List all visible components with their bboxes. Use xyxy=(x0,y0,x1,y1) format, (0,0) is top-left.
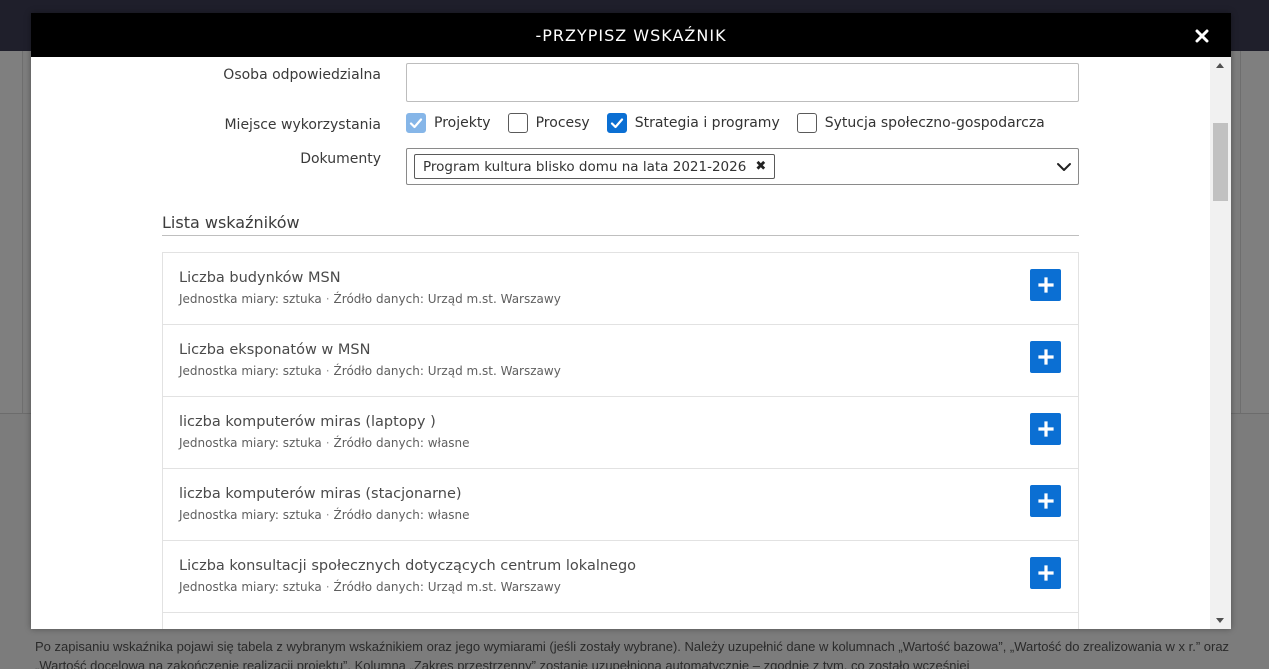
source-prefix: Źródło danych: xyxy=(333,508,424,522)
dokumenty-row: Dokumenty xyxy=(31,151,381,167)
indicator-meta: Jednostka miary: sztuka · Źródło danych: w… xyxy=(179,436,470,450)
indicator-name: liczba komputerów miras (laptopy ) xyxy=(179,414,436,430)
background-info-text: Po zapisaniu wskaźnika pojawi się tabela… xyxy=(35,639,1230,669)
plus-icon xyxy=(1037,349,1054,365)
indicator-unit: sztuka xyxy=(282,292,322,306)
scroll-up-icon[interactable] xyxy=(1216,63,1224,68)
checkbox-procesy[interactable]: Procesy xyxy=(507,113,590,133)
list-item: liczba komputerów miras (stacjonarne) Je… xyxy=(163,469,1078,541)
selected-document-tag: Program kultura blisko domu na lata 2021… xyxy=(414,154,776,179)
indicator-meta: Jednostka miary: sztuka · Źródło danych: U… xyxy=(179,364,561,378)
check-icon xyxy=(409,118,423,129)
indicator-name: Liczba eksponatów w MSN xyxy=(179,342,371,358)
unit-prefix: Jednostka miary: xyxy=(179,364,279,378)
plus-icon xyxy=(1037,277,1054,293)
osoba-input[interactable] xyxy=(406,63,1079,102)
list-item: Liczba eksponatów w MSN Jednostka miary:… xyxy=(163,325,1078,397)
unit-prefix: Jednostka miary: xyxy=(179,436,279,450)
source-prefix: Źródło danych: xyxy=(333,580,424,594)
indicator-source: Urząd m.st. Warszawy xyxy=(427,364,561,378)
list-item xyxy=(163,613,1078,629)
close-icon[interactable] xyxy=(1191,25,1213,47)
modal-body: Osoba odpowiedzialna Miejsce wykorzystan… xyxy=(31,57,1210,629)
scroll-thumb[interactable] xyxy=(1213,123,1228,201)
check-icon xyxy=(610,118,623,129)
list-item: Liczba konsultacji społecznych dotyczący… xyxy=(163,541,1078,613)
modal-title: -PRZYPISZ WSKAŹNIK xyxy=(535,25,727,45)
indicator-unit: sztuka xyxy=(282,580,322,594)
indicator-source: własne xyxy=(427,508,470,522)
checkbox-sytuacja-box[interactable] xyxy=(796,113,817,133)
unit-prefix: Jednostka miary: xyxy=(179,508,279,522)
add-indicator-button[interactable] xyxy=(1030,269,1061,301)
selected-document-label: Program kultura blisko domu na lata 2021… xyxy=(423,158,747,175)
indicator-unit: sztuka xyxy=(282,508,322,522)
checkbox-procesy-box[interactable] xyxy=(507,113,528,133)
checkbox-projekty[interactable]: Projekty xyxy=(406,113,491,133)
indicator-name: Liczba konsultacji społecznych dotyczący… xyxy=(179,558,637,574)
indicator-list: Liczba budynków MSN Jednostka miary: szt… xyxy=(162,252,1079,629)
checkbox-projekty-box[interactable] xyxy=(406,113,426,133)
indicator-meta: Jednostka miary: sztuka · Źródło danych: w… xyxy=(179,508,470,522)
indicator-source: Urząd m.st. Warszawy xyxy=(427,580,561,594)
checkbox-sytuacja[interactable]: Sytucja społeczno-gospodarcza xyxy=(796,113,1045,133)
unit-prefix: Jednostka miary: xyxy=(179,292,279,306)
add-indicator-button[interactable] xyxy=(1030,413,1061,445)
miejsce-checkboxes: Projekty Procesy Strategia i programy Sy… xyxy=(406,113,1062,133)
checkbox-projekty-label: Projekty xyxy=(434,115,491,131)
unit-prefix: Jednostka miary: xyxy=(179,580,279,594)
source-prefix: Źródło danych: xyxy=(333,364,424,378)
indicator-name: Liczba budynków MSN xyxy=(179,270,341,286)
modal-header: -PRZYPISZ WSKAŹNIK xyxy=(31,13,1231,57)
scroll-down-icon[interactable] xyxy=(1216,618,1224,623)
section-divider xyxy=(162,235,1079,236)
plus-icon xyxy=(1037,565,1054,581)
assign-indicator-modal: -PRZYPISZ WSKAŹNIK Osoba odpowiedzialna … xyxy=(31,13,1231,629)
dokumenty-select[interactable]: Program kultura blisko domu na lata 2021… xyxy=(406,148,1079,185)
checkbox-strategia-box[interactable] xyxy=(606,113,627,133)
indicator-unit: sztuka xyxy=(282,364,322,378)
source-prefix: Źródło danych: xyxy=(333,292,424,306)
osoba-label: Osoba odpowiedzialna xyxy=(223,67,381,83)
checkbox-strategia[interactable]: Strategia i programy xyxy=(606,113,780,133)
modal-scrollbar[interactable] xyxy=(1210,57,1231,629)
osoba-row: Osoba odpowiedzialna xyxy=(31,63,381,83)
indicator-name: liczba komputerów miras (stacjonarne) xyxy=(179,486,462,502)
indicator-source: Urząd m.st. Warszawy xyxy=(427,292,561,306)
add-indicator-button[interactable] xyxy=(1030,557,1061,589)
indicator-source: własne xyxy=(427,436,470,450)
miejsce-label: Miejsce wykorzystania xyxy=(224,117,381,133)
add-indicator-button[interactable] xyxy=(1030,485,1061,517)
chevron-down-icon[interactable] xyxy=(1056,159,1072,175)
miejsce-row: Miejsce wykorzystania xyxy=(31,115,381,133)
checkbox-strategia-label: Strategia i programy xyxy=(634,115,780,131)
add-indicator-button[interactable] xyxy=(1030,341,1061,373)
checkbox-sytuacja-label: Sytucja społeczno-gospodarcza xyxy=(824,115,1045,131)
indicator-meta: Jednostka miary: sztuka · Źródło danych: U… xyxy=(179,580,561,594)
plus-icon xyxy=(1037,493,1054,509)
indicator-unit: sztuka xyxy=(282,436,322,450)
plus-icon xyxy=(1037,421,1054,437)
remove-tag-icon[interactable]: ✖ xyxy=(755,159,766,174)
dokumenty-label: Dokumenty xyxy=(300,151,381,167)
indicator-meta: Jednostka miary: sztuka · Źródło danych: U… xyxy=(179,292,561,306)
checkbox-procesy-label: Procesy xyxy=(535,115,590,131)
list-item: Liczba budynków MSN Jednostka miary: szt… xyxy=(163,253,1078,325)
list-item: liczba komputerów miras (laptopy ) Jedno… xyxy=(163,397,1078,469)
source-prefix: Źródło danych: xyxy=(333,436,424,450)
indicator-list-title: Lista wskaźników xyxy=(162,213,300,232)
